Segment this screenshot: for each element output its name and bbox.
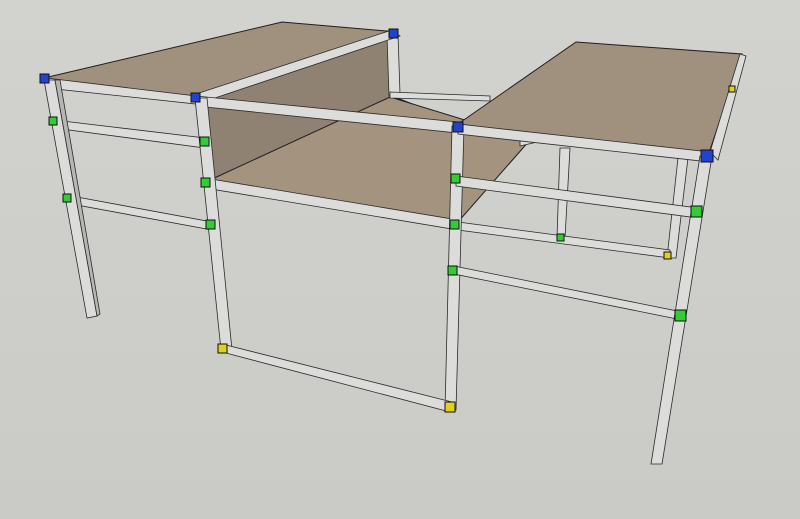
- mid-connector: [690, 205, 703, 218]
- left-front-low-rail: [65, 194, 213, 231]
- corner-connector: [388, 28, 399, 39]
- mid-connector: [450, 173, 461, 184]
- foot-connector: [444, 401, 456, 413]
- mid-connector: [447, 265, 458, 276]
- right-low-rail: [453, 265, 683, 321]
- bottom-front-rail: [221, 343, 453, 413]
- mid-connector: [205, 219, 216, 230]
- mid-connector: [48, 116, 58, 126]
- left-front-mid-rail: [53, 119, 206, 149]
- right-mid-rail: [455, 175, 699, 219]
- back-post: [386, 33, 401, 97]
- corner-connector: [190, 92, 201, 103]
- mid-connector: [674, 309, 687, 322]
- foot-connector: [663, 251, 672, 260]
- mid-connector: [62, 193, 72, 203]
- mid-connector: [199, 136, 210, 147]
- back-upper-rail: [389, 91, 491, 102]
- foot-connector: [217, 343, 228, 354]
- mid-connector: [556, 233, 565, 242]
- corner-connector: [39, 73, 50, 84]
- mid-connector: [449, 219, 460, 230]
- corner-connector: [452, 121, 464, 133]
- mid-connector: [200, 177, 211, 188]
- foot-connector: [728, 85, 736, 93]
- left-leg-inner-face: [54, 79, 101, 317]
- corner-connector: [700, 149, 714, 163]
- model-viewport[interactable]: [0, 0, 800, 519]
- aluminum-frame-desk-model: [39, 21, 747, 465]
